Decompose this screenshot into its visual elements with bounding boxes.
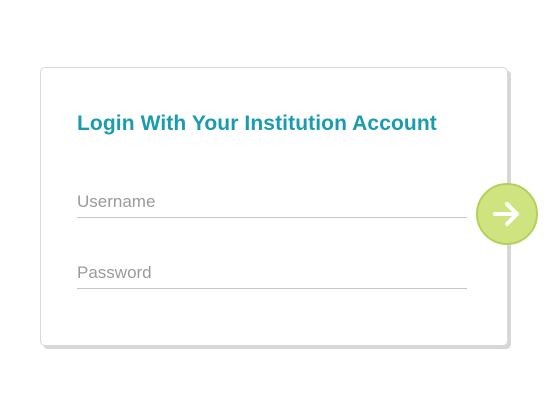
username-field[interactable] — [77, 186, 467, 218]
login-card: Login With Your Institution Account — [40, 67, 508, 346]
arrow-right-icon — [492, 201, 522, 227]
login-title: Login With Your Institution Account — [77, 112, 437, 135]
login-page: Login With Your Institution Account — [0, 0, 550, 401]
password-field[interactable] — [77, 257, 467, 289]
submit-button[interactable] — [476, 183, 538, 245]
